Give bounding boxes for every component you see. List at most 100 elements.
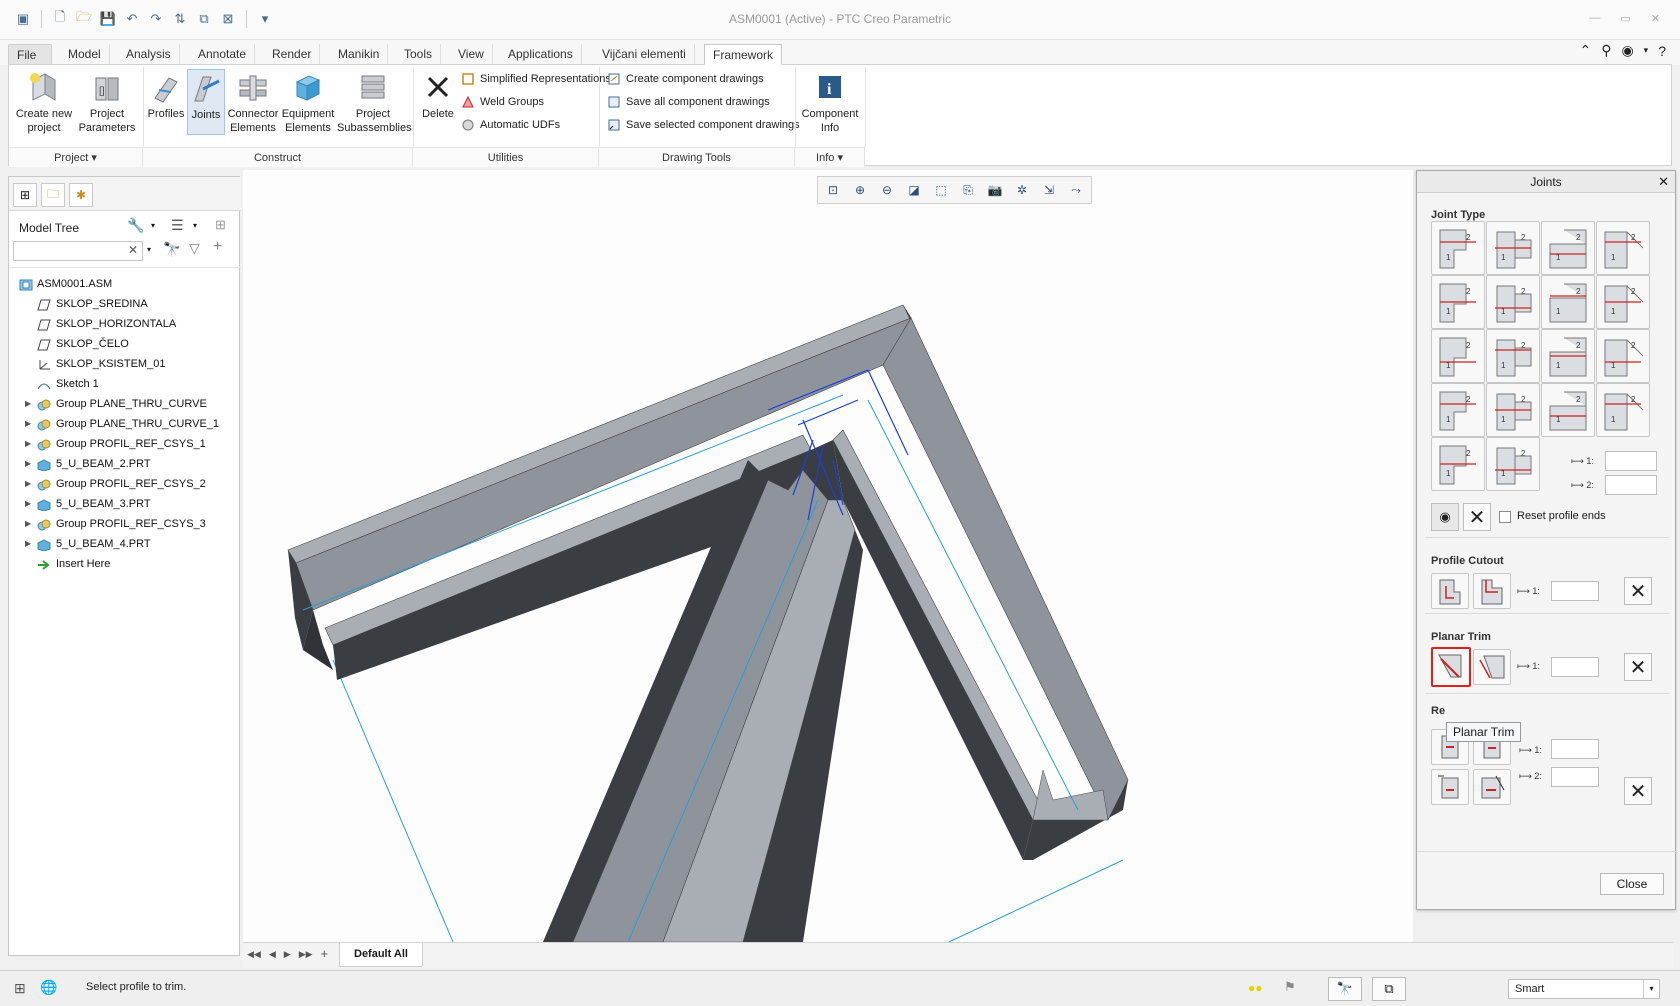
joint-type-button[interactable]: 12 [1486,383,1540,437]
trim-remove-button[interactable]: ✕ [1624,653,1652,681]
selection-filter-dropdown[interactable]: Smart ▾ [1508,979,1660,999]
joint-type-button[interactable]: 12 [1596,329,1650,383]
folder-browser-tab-icon[interactable]: 🗀 [41,183,65,207]
remove-joint-button[interactable]: ✕ [1463,503,1491,531]
tree-item[interactable]: SKLOP_HORIZONTALA [9,314,241,334]
planar-trim-offset-button[interactable] [1473,649,1511,685]
tree-item[interactable]: ▶ 5_U_BEAM_4.PRT [9,534,241,554]
joint-type-button[interactable]: 12 [1431,437,1485,491]
chevron-down-icon[interactable]: ▾ [147,245,151,254]
annotation-display-icon[interactable]: ⤳ [1064,179,1088,201]
profile-cutout-simple-button[interactable] [1431,573,1469,609]
expand-arrow-icon[interactable]: ▶ [25,474,31,494]
expand-arrow-icon[interactable]: ▶ [25,434,31,454]
expand-arrow-icon[interactable]: ▶ [25,414,31,434]
tree-item[interactable]: SKLOP_KSISTEM_01 [9,354,241,374]
close-button[interactable]: Close [1600,873,1664,895]
tree-item[interactable]: ▶ Group PROFIL_REF_CSYS_2 [9,474,241,494]
joint-dim2-input[interactable] [1605,475,1657,495]
cutout-dim-input[interactable] [1551,581,1599,601]
tree-item[interactable]: ▶ Group PLANE_THRU_CURVE [9,394,241,414]
tab-applications[interactable]: Applications [500,44,582,65]
joint-type-button[interactable]: 12 [1431,275,1485,329]
joint-type-button[interactable]: 12 [1486,329,1540,383]
sheet-tab-default-all[interactable]: Default All [339,943,423,967]
trim-dim-input[interactable] [1551,657,1599,677]
graphics-viewport[interactable] [243,170,1413,942]
tab-vijcani-elementi[interactable]: Vijčani elementi [594,44,695,65]
expand-arrow-icon[interactable]: ▶ [25,534,31,554]
group-label-project[interactable]: Project ▾ [9,147,143,167]
joint-type-button[interactable]: 12 [1541,383,1595,437]
settings-tools-icon[interactable]: 🔧 [127,217,144,234]
create-new-project-button[interactable]: Create new project [13,69,75,135]
expand-arrow-icon[interactable]: ▶ [25,394,31,414]
joint-type-button[interactable]: 12 [1431,383,1485,437]
joint-type-button[interactable]: 12 [1596,275,1650,329]
equipment-elements-button[interactable]: Equipment Elements [281,69,335,135]
filter-icon[interactable]: ▽ [189,240,200,257]
tab-manikin[interactable]: Manikin [330,44,389,65]
automatic-udfs-button[interactable]: Automatic UDFs [461,116,560,134]
expand-arrow-icon[interactable]: ▶ [25,494,31,514]
joints-button[interactable]: Joints [187,69,225,135]
community-icon[interactable]: ◉ [1621,42,1633,59]
chevron-down-icon[interactable]: ▾ [151,221,155,230]
tree-item[interactable]: ▶ Group PLANE_THRU_CURVE_1 [9,414,241,434]
clear-search-icon[interactable]: ✕ [128,243,138,257]
joint-type-button[interactable]: 12 [1486,437,1540,491]
tab-render[interactable]: Render [264,44,321,65]
first-sheet-icon[interactable]: ◀◀ [247,949,261,961]
weld-groups-button[interactable]: Weld Groups [461,93,544,111]
simplified-representations-button[interactable]: Simplified Representations [461,70,611,88]
rep-dim2-input[interactable] [1551,767,1599,787]
navigator-toggle-icon[interactable]: ⊞ [14,980,26,997]
refit-icon[interactable]: ⊡ [821,179,845,201]
joint-type-button[interactable]: 12 [1486,275,1540,329]
tree-item[interactable]: SKLOP_SREDINA [9,294,241,314]
expand-arrow-icon[interactable]: ▶ [25,454,31,474]
joint-type-button[interactable]: 12 [1431,329,1485,383]
model-tree-search-input[interactable]: ✕ [13,241,143,261]
prev-sheet-icon[interactable]: ◀ [269,949,276,961]
search-icon[interactable]: ⚲ [1601,42,1611,59]
tree-item[interactable]: SKLOP_ČELO [9,334,241,354]
next-sheet-icon[interactable]: ▶ [284,949,291,961]
zoom-out-icon[interactable]: ⊖ [875,179,899,201]
zoom-in-icon[interactable]: ⊕ [848,179,872,201]
create-component-drawings-button[interactable]: Create component drawings [607,70,764,88]
joint-dim1-input[interactable] [1605,451,1657,471]
spin-center-icon[interactable]: ⇲ [1037,179,1061,201]
rep-button-3[interactable] [1431,769,1469,805]
chevron-down-icon[interactable]: ▾ [193,221,197,230]
tab-framework[interactable]: Framework [704,44,783,65]
help-icon[interactable]: ? [1658,43,1666,59]
favorites-tab-icon[interactable]: ✱ [69,183,93,207]
tab-view[interactable]: View [450,44,493,65]
tab-analysis[interactable]: Analysis [118,44,180,65]
joint-type-button[interactable]: 12 [1541,329,1595,383]
selection-list-icon[interactable]: ⧉ [1372,977,1406,1001]
model-tree-tab-icon[interactable]: ⊞ [13,183,37,207]
display-style-icon[interactable]: ⬚ [929,179,953,201]
tab-file[interactable]: File ▾ [8,44,52,82]
view-manager-icon[interactable]: 📷 [983,179,1007,201]
rep-button-4[interactable] [1473,769,1511,805]
profile-cutout-offset-button[interactable] [1473,573,1511,609]
cutout-remove-button[interactable]: ✕ [1624,577,1652,605]
preview-eye-button[interactable]: ◉ [1431,503,1459,531]
connector-elements-button[interactable]: Connector Elements [227,69,279,135]
save-selected-component-drawings-button[interactable]: Save selected component drawings [607,116,800,134]
tree-item[interactable]: Insert Here [9,554,241,574]
expand-arrow-icon[interactable]: ▶ [25,514,31,534]
close-icon[interactable]: ✕ [1658,171,1669,193]
profiles-button[interactable]: Profiles [147,69,185,121]
flag-icon[interactable]: ⚑ [1284,979,1296,995]
tree-item[interactable]: ▶ Group PROFIL_REF_CSYS_3 [9,514,241,534]
joint-type-button[interactable]: 12 [1431,221,1485,275]
reset-profile-ends-checkbox[interactable] [1499,511,1511,523]
datum-display-icon[interactable]: ✲ [1010,179,1034,201]
browser-toggle-icon[interactable]: 🌐 [40,979,57,996]
rep-dim1-input[interactable] [1551,739,1599,759]
columns-icon[interactable]: ⊞ [215,217,226,233]
